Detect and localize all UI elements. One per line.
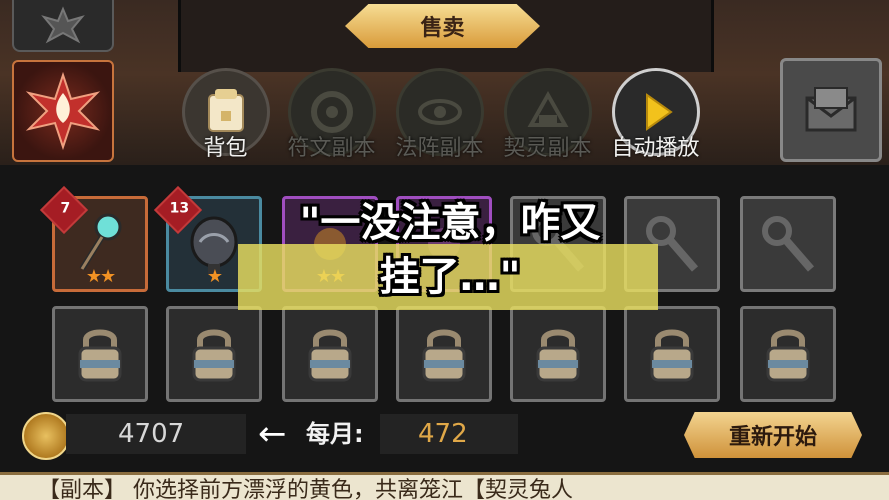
demon-emblem-icon[interactable] bbox=[12, 0, 114, 52]
tab-label: 自动播放 bbox=[611, 136, 700, 161]
padlock-icon bbox=[78, 329, 122, 382]
padlock-icon bbox=[766, 329, 810, 382]
mail-icon[interactable] bbox=[780, 58, 882, 162]
padlock-icon bbox=[536, 329, 580, 382]
caption-line: 挂了…" bbox=[379, 254, 521, 300]
locked-slot[interactable] bbox=[510, 306, 606, 402]
inventory-slot[interactable]: 7 ★★ bbox=[39, 185, 148, 292]
star-rating: ★★ bbox=[85, 266, 116, 287]
locked-slot[interactable] bbox=[166, 306, 262, 402]
fire-star-icon[interactable] bbox=[12, 60, 114, 162]
staff-placeholder-icon bbox=[762, 216, 815, 272]
locked-slot[interactable] bbox=[740, 306, 836, 402]
video-caption: "一没注意，咋又 挂了…" bbox=[240, 196, 660, 304]
tab-backpack[interactable]: 背包 bbox=[178, 68, 273, 161]
locked-slot[interactable] bbox=[282, 306, 378, 402]
arrow-left-icon[interactable]: ← bbox=[258, 414, 287, 454]
tab-array-dungeon[interactable]: 法阵副本 bbox=[392, 68, 487, 161]
gold-coin-icon bbox=[22, 412, 70, 460]
locked-slot[interactable] bbox=[52, 306, 148, 402]
tab-spirit-dungeon[interactable]: 契灵副本 bbox=[500, 68, 595, 161]
padlock-icon bbox=[192, 329, 236, 382]
padlock-icon bbox=[422, 329, 466, 382]
monthly-label: 每月: bbox=[306, 420, 364, 448]
caption-line: "一没注意，咋又 bbox=[299, 200, 601, 246]
gold-amount: 4707 bbox=[66, 414, 246, 454]
tab-autoplay[interactable]: 自动播放 bbox=[608, 68, 703, 161]
tab-rune-dungeon[interactable]: 符文副本 bbox=[284, 68, 379, 161]
monthly-amount: 472 bbox=[380, 414, 518, 454]
padlock-icon bbox=[650, 329, 694, 382]
inventory-slot[interactable] bbox=[740, 196, 836, 292]
locked-slot[interactable] bbox=[396, 306, 492, 402]
sell-button[interactable]: 售卖 bbox=[345, 4, 540, 48]
padlock-icon bbox=[308, 329, 352, 382]
locked-slot[interactable] bbox=[624, 306, 720, 402]
restart-button[interactable]: 重新开始 bbox=[684, 412, 862, 458]
dungeon-log: 【副本】 你选择前方漂浮的黄色，共离笼江【契灵兔人 bbox=[0, 472, 889, 500]
